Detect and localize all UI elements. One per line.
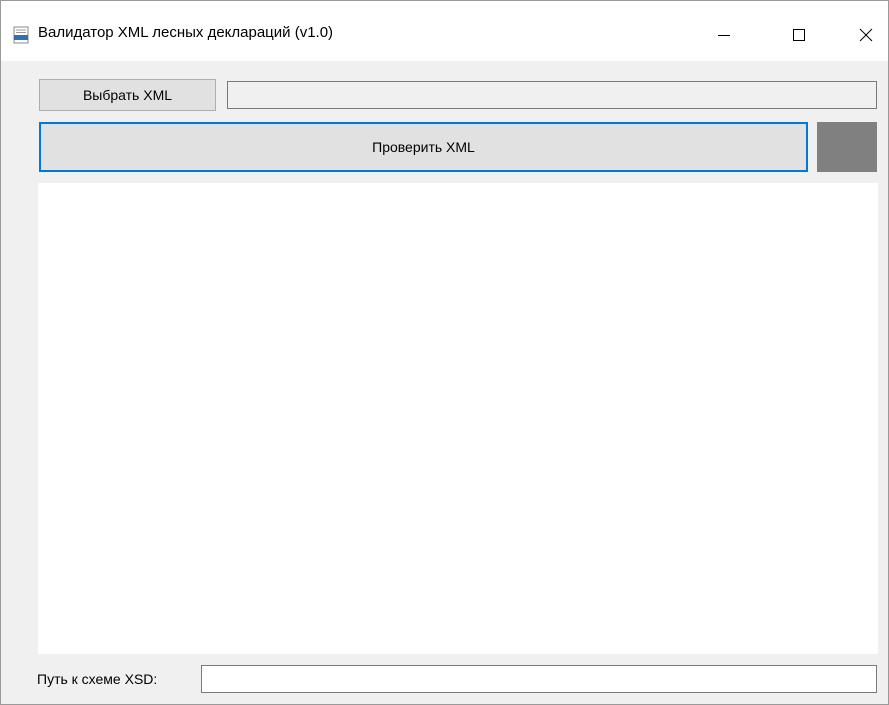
window-title: Валидатор XML лесных деклараций (v1.0) xyxy=(38,24,334,41)
close-button[interactable] xyxy=(843,9,889,61)
validation-output[interactable] xyxy=(38,183,878,654)
maximize-button[interactable] xyxy=(776,9,822,61)
main-window: Валидатор XML лесных деклараций (v1.0) В… xyxy=(0,0,889,705)
check-xml-button[interactable]: Проверить XML xyxy=(39,122,808,172)
status-indicator xyxy=(817,122,877,172)
xml-file-icon xyxy=(13,26,29,44)
xsd-path-label: Путь к схеме XSD: xyxy=(37,671,158,687)
maximize-icon xyxy=(793,29,805,41)
title-bar[interactable]: Валидатор XML лесных деклараций (v1.0) xyxy=(1,1,888,61)
minimize-icon xyxy=(718,35,730,36)
xsd-path-input[interactable] xyxy=(201,665,877,693)
select-xml-button[interactable]: Выбрать XML xyxy=(39,79,216,111)
minimize-button[interactable] xyxy=(701,9,747,61)
close-icon xyxy=(859,28,873,42)
xml-path-field[interactable] xyxy=(227,81,877,109)
